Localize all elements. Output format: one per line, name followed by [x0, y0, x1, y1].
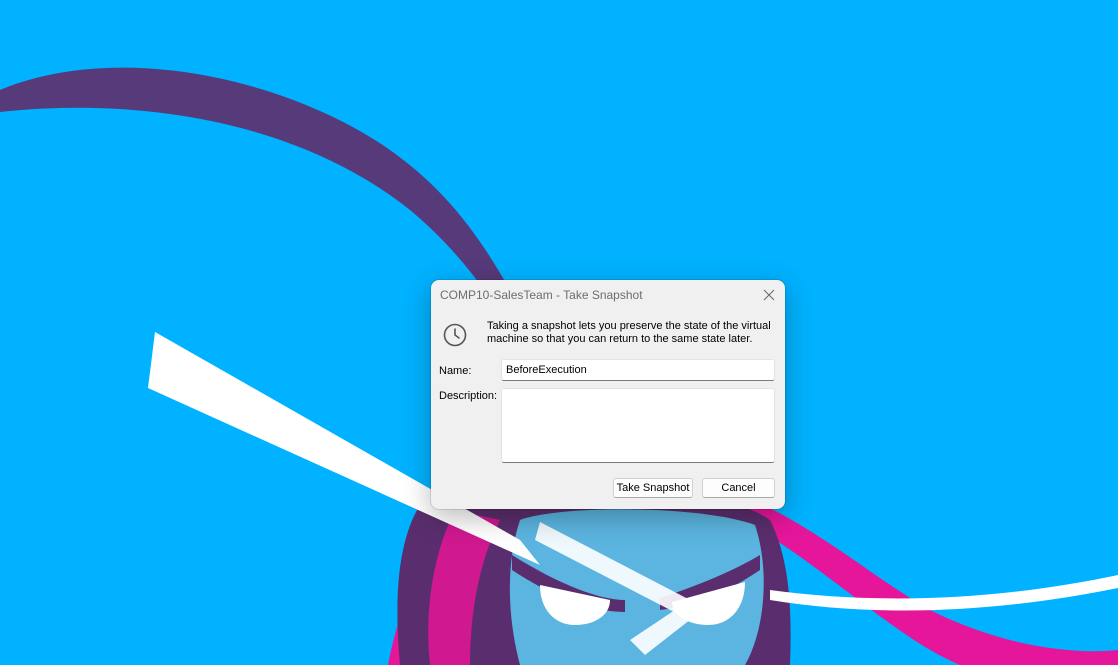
- desktop: COMP10-SalesTeam - Take Snapshot Taking …: [0, 0, 1118, 665]
- dialog-title: COMP10-SalesTeam - Take Snapshot: [440, 288, 643, 302]
- cancel-button[interactable]: Cancel: [702, 478, 775, 498]
- close-icon: [763, 289, 775, 301]
- description-input[interactable]: [501, 388, 775, 463]
- name-input[interactable]: [501, 359, 775, 381]
- dialog-title-bar[interactable]: COMP10-SalesTeam - Take Snapshot: [431, 280, 785, 310]
- clock-icon: [443, 323, 467, 347]
- description-label: Description:: [439, 390, 498, 402]
- close-button[interactable]: [753, 280, 785, 310]
- snapshot-info-text: Taking a snapshot lets you preserve the …: [487, 320, 771, 345]
- take-snapshot-button[interactable]: Take Snapshot: [613, 478, 693, 498]
- name-label: Name:: [439, 365, 472, 377]
- take-snapshot-dialog: COMP10-SalesTeam - Take Snapshot Taking …: [431, 280, 785, 509]
